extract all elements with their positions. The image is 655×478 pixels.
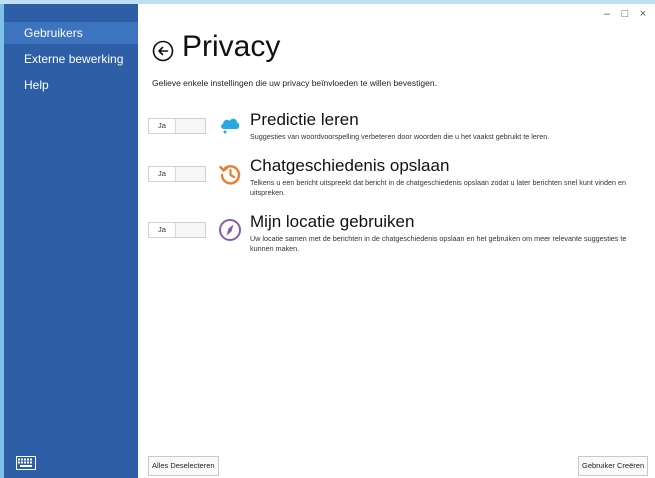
sidebar-item-gebruikers[interactable]: Gebruikers: [4, 22, 138, 44]
setting-title: Mijn locatie gebruiken: [250, 212, 415, 231]
minimize-button[interactable]: –: [598, 6, 616, 22]
keyboard-icon[interactable]: [16, 456, 36, 470]
setting-title: Predictie leren: [250, 110, 359, 129]
create-user-button[interactable]: Gebruiker Creëren: [578, 456, 649, 476]
close-button[interactable]: ×: [634, 6, 652, 22]
setting-description: Uw locatie samen met de berichten in de …: [250, 234, 627, 253]
back-arrow-icon[interactable]: [152, 40, 174, 62]
toggle-mijn-locatie-gebruiken[interactable]: Ja: [148, 222, 206, 238]
main-panel: – □ × Privacy Gelieve enkele instellinge…: [138, 4, 655, 478]
sidebar: Gebruikers Externe bewerking Help: [4, 4, 138, 478]
setting-title: Chatgeschiedenis opslaan: [250, 156, 450, 175]
compass-icon: [219, 219, 241, 241]
toggle-label: Ja: [149, 223, 176, 237]
maximize-button[interactable]: □: [616, 6, 634, 22]
toggle-chatgeschiedenis-opslaan[interactable]: Ja: [148, 166, 206, 182]
app-window: Gebruikers Externe bewerking Help – □ × …: [0, 0, 655, 478]
page-subtitle: Gelieve enkele instellingen die uw priva…: [152, 78, 437, 88]
setting-description: Suggesties van woordvoorspelling verbete…: [250, 132, 550, 141]
setting-description: Telkens u een bericht uitspreekt dat ber…: [250, 178, 626, 197]
sidebar-item-externe-bewerking[interactable]: Externe bewerking: [4, 48, 138, 70]
toggle-predictie-leren[interactable]: Ja: [148, 118, 206, 134]
cloud-icon: [221, 118, 240, 134]
page-title: Privacy: [182, 30, 281, 63]
sidebar-item-help[interactable]: Help: [4, 74, 138, 96]
deselect-all-button[interactable]: Alles Deselecteren: [148, 456, 219, 476]
toggle-label: Ja: [149, 119, 176, 133]
history-icon: [219, 165, 241, 185]
toggle-label: Ja: [149, 167, 176, 181]
